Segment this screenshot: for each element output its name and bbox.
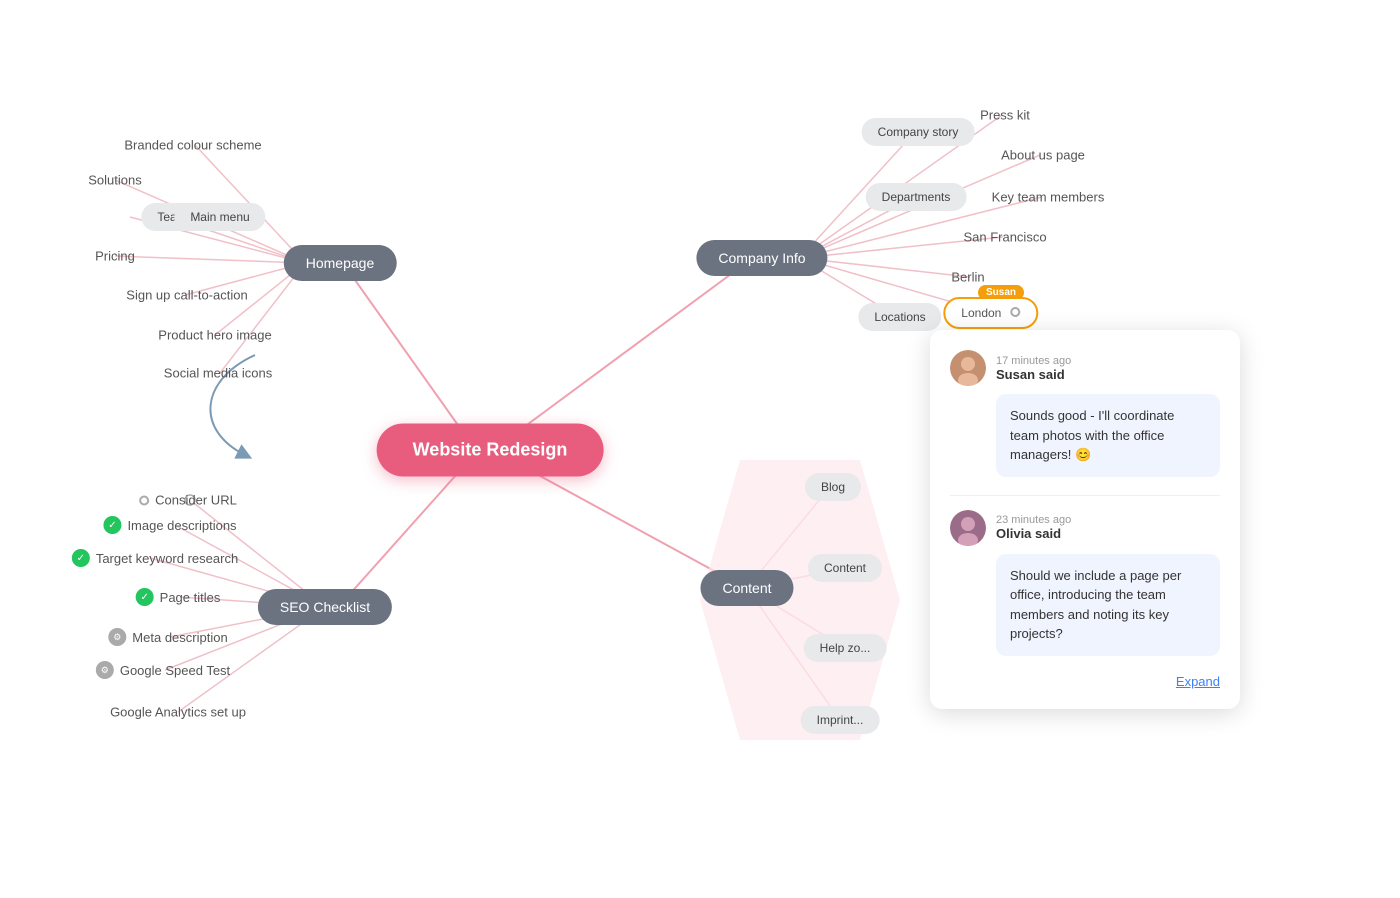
london-dot <box>1011 307 1021 317</box>
consider-url-node: Consider URL <box>133 493 237 508</box>
central-node-label: Website Redesign <box>413 440 568 460</box>
london-label: London <box>961 306 1001 320</box>
comment-1-text: Sounds good - I'll coordinate team photo… <box>1010 408 1174 462</box>
olivia-avatar-img <box>950 510 986 546</box>
consider-url-icon <box>139 495 149 505</box>
branded-colour-label: Branded colour scheme <box>124 138 261 153</box>
google-speed-gear-icon: ⚙ <box>96 661 114 679</box>
content-leaf-node[interactable]: Content <box>808 554 882 582</box>
product-hero-label: Product hero image <box>158 328 271 343</box>
locations-label: Locations <box>874 310 925 324</box>
comment-1-meta: 17 minutes ago Susan said <box>996 355 1071 382</box>
company-info-label: Company Info <box>718 250 805 266</box>
main-menu-label: Main menu <box>190 210 249 224</box>
google-analytics-label: Google Analytics set up <box>110 705 246 720</box>
help-zone-label: Help zo... <box>820 641 871 655</box>
meta-desc-label: Meta description <box>132 630 227 645</box>
seo-checklist-label: SEO Checklist <box>280 599 370 615</box>
comment-1-author: Susan said <box>996 367 1071 382</box>
expand-link[interactable]: Expand <box>950 674 1220 689</box>
press-kit-node: Press kit <box>980 108 1030 123</box>
main-menu-node[interactable]: Main menu <box>174 203 265 231</box>
susan-avatar-img <box>950 350 986 386</box>
pricing-node: Pricing <box>95 249 135 264</box>
about-us-label: About us page <box>1001 148 1085 163</box>
content-node[interactable]: Content <box>700 570 793 606</box>
blog-label: Blog <box>821 480 845 494</box>
london-node[interactable]: London <box>943 297 1038 329</box>
meta-desc-node: ⚙ Meta description <box>108 628 227 646</box>
susan-avatar <box>950 350 986 386</box>
san-francisco-label: San Francisco <box>963 230 1046 245</box>
keyword-check-icon: ✓ <box>72 549 90 567</box>
homepage-node[interactable]: Homepage <box>284 245 397 281</box>
key-team-node: Key team members <box>992 190 1105 205</box>
page-titles-label: Page titles <box>160 590 221 605</box>
blog-node[interactable]: Blog <box>805 473 861 501</box>
solutions-label: Solutions <box>88 173 141 188</box>
company-story-label: Company story <box>878 125 959 139</box>
image-desc-node: ✓ Image descriptions <box>103 516 236 534</box>
image-desc-label: Image descriptions <box>127 518 236 533</box>
branded-colour-node: Branded colour scheme <box>124 138 261 153</box>
meta-gear-icon: ⚙ <box>108 628 126 646</box>
departments-label: Departments <box>882 190 951 204</box>
comment-divider <box>950 495 1220 496</box>
imprint-label: Imprint... <box>817 713 864 727</box>
comment-2-bubble: Should we include a page per office, int… <box>996 554 1220 656</box>
page-titles-check-icon: ✓ <box>136 588 154 606</box>
locations-node[interactable]: Locations <box>858 303 941 331</box>
imprint-node[interactable]: Imprint... <box>801 706 880 734</box>
berlin-label: Berlin <box>951 270 984 285</box>
pricing-label: Pricing <box>95 249 135 264</box>
comment-2-header: 23 minutes ago Olivia said <box>950 510 1220 546</box>
signup-cta-label: Sign up call-to-action <box>126 288 247 303</box>
google-analytics-node: Google Analytics set up <box>110 705 246 720</box>
comment-panel: 17 minutes ago Susan said Sounds good - … <box>930 330 1240 709</box>
homepage-label: Homepage <box>306 255 375 271</box>
departments-node[interactable]: Departments <box>866 183 967 211</box>
product-hero-node: Product hero image <box>158 328 271 343</box>
comment-1-header: 17 minutes ago Susan said <box>950 350 1220 386</box>
san-francisco-node: San Francisco <box>963 230 1046 245</box>
key-team-label: Key team members <box>992 190 1105 205</box>
berlin-node: Berlin <box>951 270 984 285</box>
comment-2-text: Should we include a page per office, int… <box>1010 568 1181 642</box>
content-leaf-label: Content <box>824 561 866 575</box>
comment-1: 17 minutes ago Susan said Sounds good - … <box>950 350 1220 477</box>
content-label: Content <box>722 580 771 596</box>
google-speed-node: ⚙ Google Speed Test <box>96 661 230 679</box>
comment-1-time: 17 minutes ago <box>996 355 1071 367</box>
comment-1-bubble: Sounds good - I'll coordinate team photo… <box>996 394 1220 477</box>
page-titles-node: ✓ Page titles <box>136 588 221 606</box>
consider-url-label: Consider URL <box>155 493 237 508</box>
keyword-research-node: ✓ Target keyword research <box>72 549 238 567</box>
google-speed-label: Google Speed Test <box>120 663 230 678</box>
olivia-avatar <box>950 510 986 546</box>
help-zone-node[interactable]: Help zo... <box>804 634 887 662</box>
keyword-research-label: Target keyword research <box>96 551 238 566</box>
seo-checklist-node[interactable]: SEO Checklist <box>258 589 392 625</box>
comment-2-time: 23 minutes ago <box>996 514 1071 526</box>
social-media-label: Social media icons <box>164 366 272 381</box>
image-desc-check-icon: ✓ <box>103 516 121 534</box>
comment-2-author: Olivia said <box>996 526 1071 541</box>
press-kit-label: Press kit <box>980 108 1030 123</box>
central-node: Website Redesign <box>377 424 604 477</box>
comment-2: 23 minutes ago Olivia said Should we inc… <box>950 510 1220 656</box>
social-media-node: Social media icons <box>164 366 272 381</box>
solutions-node: Solutions <box>88 173 141 188</box>
about-us-node: About us page <box>1001 148 1085 163</box>
company-story-node[interactable]: Company story <box>862 118 975 146</box>
company-info-node[interactable]: Company Info <box>696 240 827 276</box>
signup-cta-node: Sign up call-to-action <box>126 288 247 303</box>
comment-2-meta: 23 minutes ago Olivia said <box>996 514 1071 541</box>
